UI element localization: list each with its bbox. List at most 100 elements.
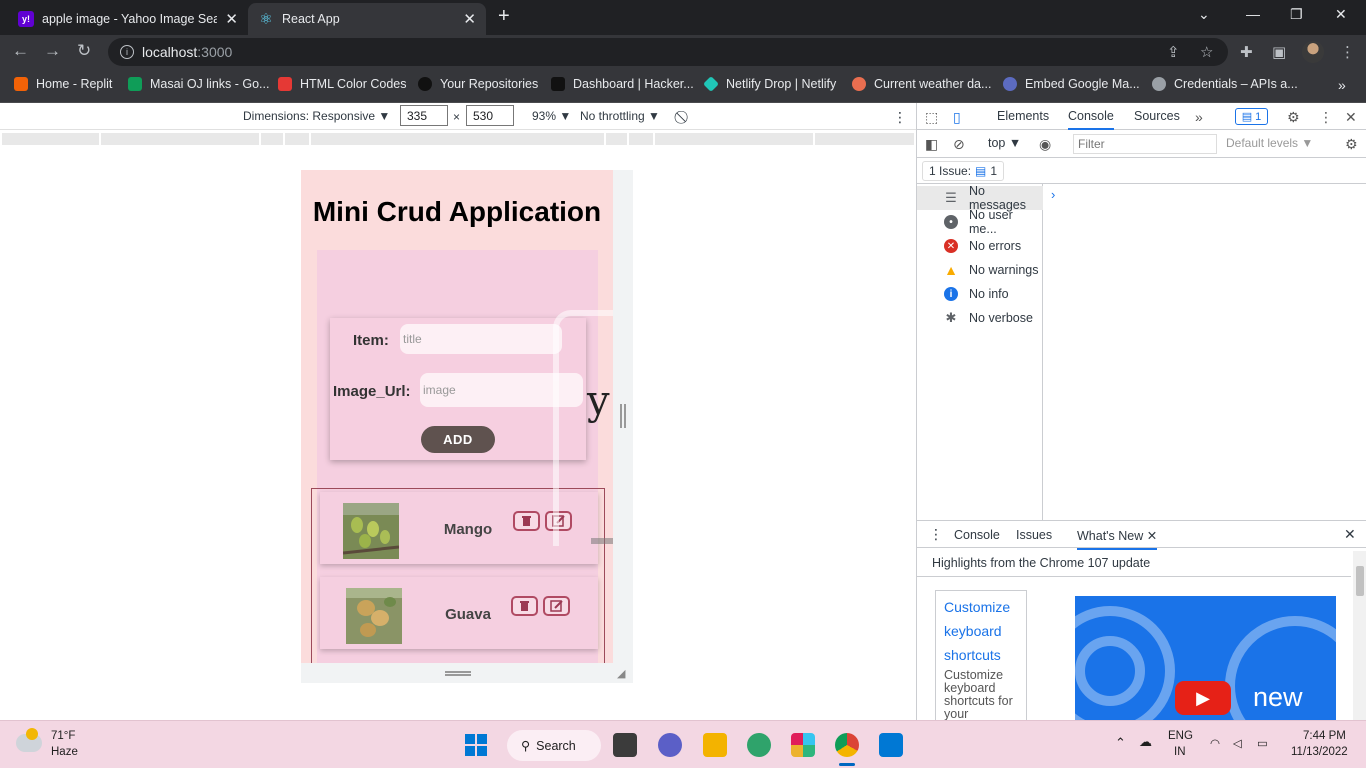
new-tab-icon[interactable]: + [498, 5, 510, 28]
delete-button[interactable] [513, 511, 540, 531]
resize-handle-bottom[interactable] [445, 671, 471, 676]
console-filter-input[interactable]: Filter [1073, 134, 1217, 154]
drawer-tab-issues[interactable]: Issues [1016, 528, 1052, 542]
sidebar-item-errors[interactable]: ✕ No errors [917, 234, 1043, 258]
delete-button[interactable] [511, 596, 538, 616]
language-region[interactable]: IN [1174, 746, 1186, 758]
drawer-menu-icon[interactable]: ⋮ [929, 526, 943, 543]
bookmark-credentials[interactable]: Credentials – APIs a... [1152, 77, 1298, 91]
taskbar-search[interactable]: ⚲ Search [507, 730, 601, 761]
more-tabs-icon[interactable]: » [1195, 109, 1203, 125]
bookmark-replit[interactable]: Home - Replit [14, 77, 112, 91]
task-view-icon[interactable] [613, 733, 637, 757]
close-icon[interactable]: ✕ [225, 10, 238, 28]
issues-button[interactable]: 1 Issue: ▤ 1 [922, 161, 1005, 181]
bookmark-html-colors[interactable]: HTML Color Codes [278, 77, 407, 91]
add-button[interactable]: ADD [421, 426, 495, 453]
sidebar-item-info[interactable]: i No info [917, 282, 1043, 306]
edit-button[interactable] [543, 596, 570, 616]
bookmark-netlify[interactable]: Netlify Drop | Netlify [703, 76, 836, 92]
profile-avatar[interactable] [1302, 41, 1324, 63]
tab-elements[interactable]: Elements [997, 109, 1049, 123]
more-bookmarks-icon[interactable]: » [1338, 77, 1346, 93]
drawer-scroll-thumb[interactable] [1356, 566, 1364, 596]
clear-console-icon[interactable]: ⊘ [953, 136, 965, 153]
zoom-select[interactable]: 93% ▼ [532, 109, 571, 123]
address-bar[interactable]: i localhost:3000 [108, 38, 1228, 66]
minimize-icon[interactable]: — [1246, 6, 1260, 22]
bookmark-hackerrank[interactable]: Dashboard | Hacker... [551, 77, 694, 91]
extensions-icon[interactable]: ✚ [1240, 43, 1253, 61]
log-levels-select[interactable]: Default levels ▼ [1226, 136, 1313, 150]
resize-corner-icon[interactable]: ◢ [617, 667, 625, 680]
bookmark-github[interactable]: Your Repositories [418, 77, 538, 91]
eye-icon[interactable]: ◉ [1039, 136, 1051, 153]
sidebar-item-messages[interactable]: ☰ No messages [917, 184, 1043, 212]
tab-console[interactable]: Console [1068, 109, 1114, 130]
devtools-menu-icon[interactable]: ⋮ [1319, 109, 1333, 126]
side-panel-icon[interactable]: ▣ [1272, 43, 1286, 61]
bookmark-google-maps[interactable]: Embed Google Ma... [1003, 77, 1140, 91]
weather-icon[interactable] [16, 728, 42, 752]
sidebar-item-warnings[interactable]: ▲ No warnings [917, 258, 1043, 282]
chrome-icon[interactable] [835, 733, 859, 757]
reload-icon[interactable]: ↻ [77, 41, 91, 61]
weather-condition[interactable]: Haze [51, 746, 78, 758]
clock-time[interactable]: 7:44 PM [1303, 730, 1346, 742]
teams-icon[interactable] [658, 733, 682, 757]
tray-overflow-icon[interactable]: ⌃ [1115, 735, 1126, 751]
volume-icon[interactable]: ◁ [1233, 736, 1242, 750]
drawer-tab-whats-new[interactable]: What's New ✕ [1077, 528, 1158, 550]
window-close-icon[interactable]: ✕ [1335, 6, 1347, 23]
restore-icon[interactable]: ❐ [1290, 6, 1303, 23]
bookmark-masai[interactable]: Masai OJ links - Go... [128, 77, 269, 91]
device-toggle-icon[interactable]: ▯ [953, 109, 961, 126]
edge-icon[interactable] [747, 733, 771, 757]
bookmark-star-icon[interactable]: ☆ [1200, 43, 1213, 61]
devtools-close-icon[interactable]: ✕ [1345, 109, 1357, 126]
forward-icon[interactable]: → [44, 41, 61, 61]
height-input[interactable] [466, 105, 514, 126]
onedrive-icon[interactable]: ☁ [1139, 734, 1152, 750]
site-info-icon[interactable]: i [120, 45, 134, 59]
vscode-icon[interactable] [879, 733, 903, 757]
console-settings-icon[interactable]: ⚙ [1345, 136, 1358, 153]
start-icon[interactable] [465, 734, 487, 756]
sidebar-toggle-icon[interactable]: ◧ [925, 136, 938, 153]
weather-temp[interactable]: 71°F [51, 730, 75, 742]
browser-tab-react-app[interactable]: ⚛ React App ✕ [248, 3, 486, 35]
wifi-icon[interactable]: ◠ [1210, 736, 1220, 750]
issues-badge[interactable]: ▤ 1 [1235, 108, 1268, 125]
sidebar-item-verbose[interactable]: ✱ No verbose [917, 306, 1043, 330]
more-options-icon[interactable]: ⋮ [893, 109, 907, 126]
throttling-select[interactable]: No throttling ▼ [580, 109, 660, 123]
browser-tab-yahoo[interactable]: y! apple image - Yahoo Image Searc ✕ [8, 3, 248, 35]
media-query-bar[interactable] [0, 130, 916, 148]
inspect-icon[interactable]: ⬚ [925, 109, 938, 126]
close-icon[interactable]: ✕ [463, 10, 476, 28]
file-explorer-icon[interactable] [703, 733, 727, 757]
battery-icon[interactable]: ▭ [1257, 736, 1268, 750]
item-input[interactable]: title [400, 324, 562, 354]
settings-icon[interactable]: ⚙ [1287, 109, 1300, 126]
tab-search-icon[interactable]: ⌄ [1198, 6, 1210, 23]
play-icon[interactable]: ▶ [1175, 681, 1231, 715]
language-indicator[interactable]: ENG [1168, 730, 1193, 742]
slack-icon[interactable] [791, 733, 815, 757]
width-input[interactable] [400, 105, 448, 126]
resize-handle-right[interactable] [620, 404, 626, 428]
share-icon[interactable]: ⇪ [1167, 43, 1180, 61]
clock-date[interactable]: 11/13/2022 [1291, 746, 1348, 758]
close-icon[interactable]: ✕ [1147, 529, 1157, 543]
sidebar-item-user-messages[interactable]: • No user me... [917, 208, 1043, 236]
tip-link[interactable]: Customize [944, 595, 1018, 619]
tip-link[interactable]: keyboard [944, 619, 1018, 643]
tab-sources[interactable]: Sources [1134, 109, 1180, 123]
context-select[interactable]: top ▼ [988, 136, 1021, 150]
tip-link[interactable]: shortcuts [944, 643, 1018, 667]
drawer-close-icon[interactable]: ✕ [1344, 526, 1356, 543]
console-prompt-icon[interactable]: › [1051, 187, 1055, 202]
drawer-tab-console[interactable]: Console [954, 528, 1000, 542]
chrome-menu-icon[interactable]: ⋮ [1340, 43, 1355, 61]
bookmark-weather[interactable]: Current weather da... [852, 77, 991, 91]
